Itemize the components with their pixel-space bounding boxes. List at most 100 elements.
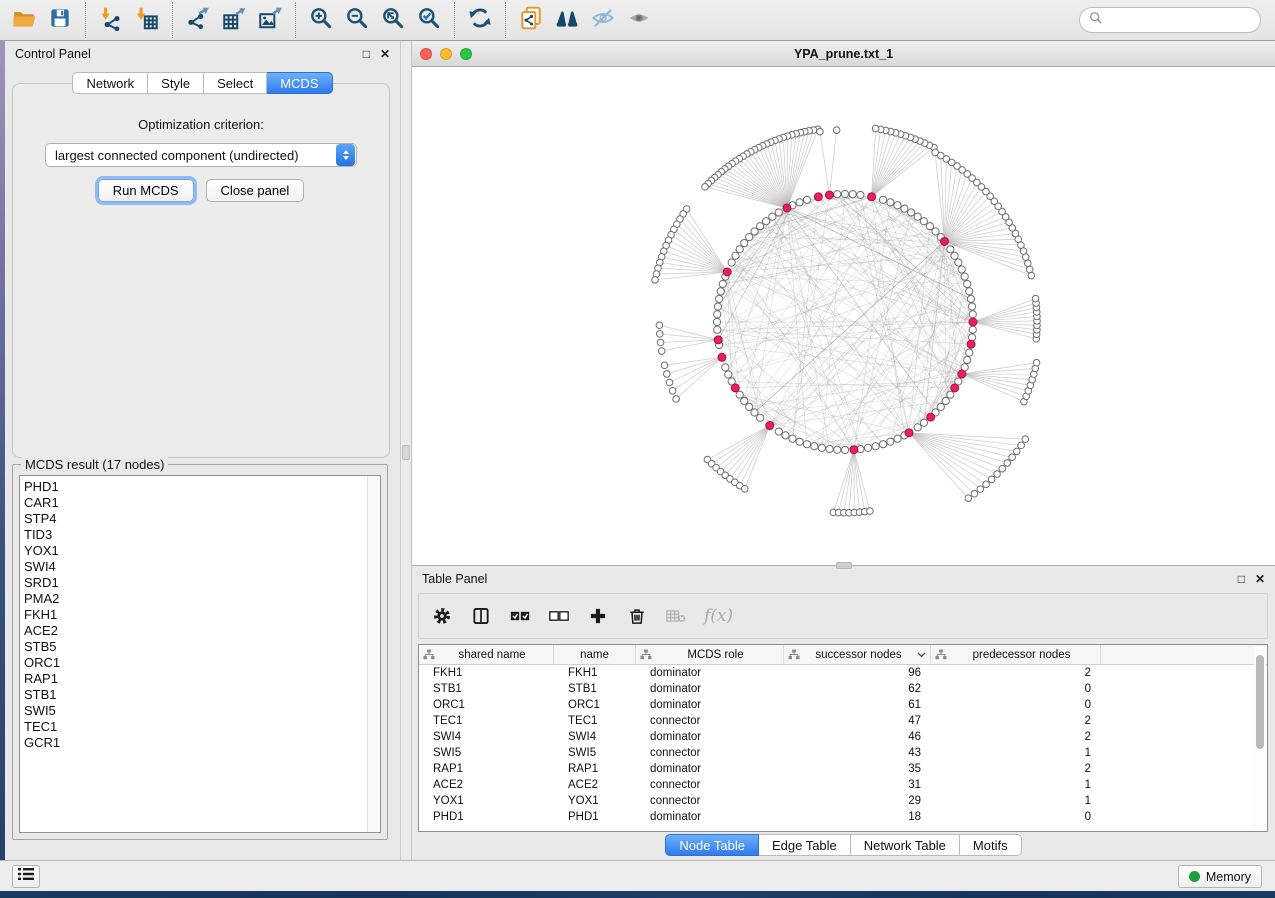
memory-button[interactable]: Memory	[1178, 865, 1262, 888]
column-header-successor-nodes[interactable]: successor nodes	[784, 645, 931, 664]
tab-select[interactable]: Select	[204, 72, 267, 94]
network-node[interactable]	[714, 311, 721, 318]
satellite-node[interactable]	[702, 184, 709, 191]
hide-graphics-details-button[interactable]	[585, 3, 621, 37]
mcds-result-item[interactable]: SWI4	[24, 559, 380, 575]
network-node[interactable]	[894, 435, 901, 442]
table-scrollbar-thumb[interactable]	[1256, 655, 1264, 749]
network-node[interactable]	[901, 205, 908, 212]
criterion-dropdown[interactable]: largest connected component (undirected)	[45, 143, 357, 167]
network-node[interactable]	[908, 209, 915, 216]
network-node[interactable]	[715, 295, 722, 302]
network-node[interactable]	[968, 303, 975, 310]
dominator-node[interactable]	[905, 429, 913, 437]
open-session-button[interactable]	[6, 3, 42, 37]
network-node[interactable]	[926, 223, 933, 230]
table-row[interactable]: FKH1FKH1dominator962	[419, 665, 1267, 681]
satellite-node[interactable]	[872, 125, 879, 132]
network-node[interactable]	[811, 443, 818, 450]
network-node[interactable]	[803, 196, 810, 203]
table-row[interactable]: YOX1YOX1connector291	[419, 793, 1267, 809]
tab-network-table[interactable]: Network Table	[851, 834, 960, 856]
network-node[interactable]	[966, 288, 973, 295]
mcds-result-item[interactable]: STB5	[24, 639, 380, 655]
mcds-result-item[interactable]: TID3	[24, 527, 380, 543]
column-header-predecessor-nodes[interactable]: predecessor nodes	[931, 645, 1101, 664]
horizontal-splitter-grip[interactable]	[836, 562, 852, 569]
zoom-in-button[interactable]	[303, 3, 339, 37]
table-row[interactable]: ORC1ORC1dominator610	[419, 697, 1267, 713]
mcds-result-item[interactable]: ORC1	[24, 655, 380, 671]
network-node[interactable]	[932, 228, 939, 235]
network-node[interactable]	[728, 259, 735, 266]
tab-mcds[interactable]: MCDS	[267, 72, 332, 94]
network-node[interactable]	[818, 444, 825, 451]
network-node[interactable]	[958, 266, 965, 273]
network-node[interactable]	[714, 303, 721, 310]
export-image-button[interactable]	[252, 3, 288, 37]
close-panel-icon[interactable]: ✕	[1255, 573, 1265, 585]
network-node[interactable]	[775, 209, 782, 216]
mcds-result-item[interactable]: ACE2	[24, 623, 380, 639]
mcds-result-item[interactable]: SWI5	[24, 703, 380, 719]
float-panel-icon[interactable]: □	[1238, 573, 1245, 585]
network-node[interactable]	[826, 445, 833, 452]
binoculars-button[interactable]	[549, 3, 585, 37]
satellite-node[interactable]	[669, 387, 676, 394]
dominator-node[interactable]	[783, 204, 791, 212]
show-columns-icon[interactable]	[470, 605, 492, 627]
network-node[interactable]	[955, 259, 962, 266]
dominator-node[interactable]	[958, 370, 966, 378]
mcds-result-item[interactable]: PMA2	[24, 591, 380, 607]
zoom-selected-button[interactable]	[411, 3, 447, 37]
mcds-result-item[interactable]: GCR1	[24, 735, 380, 751]
satellite-node[interactable]	[1018, 442, 1025, 449]
table-row[interactable]: SWI4SWI4dominator462	[419, 729, 1267, 745]
export-network-button[interactable]	[180, 3, 216, 37]
network-node[interactable]	[966, 349, 973, 356]
satellite-node[interactable]	[965, 495, 972, 502]
network-node[interactable]	[879, 196, 886, 203]
network-node[interactable]	[834, 191, 841, 198]
network-node[interactable]	[841, 446, 848, 453]
network-node[interactable]	[722, 364, 729, 371]
satellite-node[interactable]	[673, 396, 680, 403]
satellite-node[interactable]	[1026, 266, 1033, 273]
network-node[interactable]	[937, 403, 944, 410]
network-node[interactable]	[947, 246, 954, 253]
table-row[interactable]: PHD1PHD1dominator180	[419, 809, 1267, 825]
add-column-icon[interactable]	[587, 605, 609, 627]
satellite-node[interactable]	[666, 379, 673, 386]
zoom-fit-button[interactable]	[375, 3, 411, 37]
network-node[interactable]	[914, 213, 921, 220]
tab-style[interactable]: Style	[148, 72, 204, 94]
satellite-node[interactable]	[994, 471, 1001, 478]
table-row[interactable]: STB1STB1dominator620	[419, 681, 1267, 697]
satellite-node[interactable]	[656, 322, 663, 329]
refresh-button[interactable]	[462, 3, 498, 37]
network-window-titlebar[interactable]: YPA_prune.txt_1	[412, 41, 1275, 67]
network-canvas[interactable]	[412, 67, 1275, 565]
search-box[interactable]	[1079, 7, 1261, 33]
network-node[interactable]	[757, 223, 764, 230]
mcds-result-item[interactable]: STB1	[24, 687, 380, 703]
network-node[interactable]	[879, 441, 886, 448]
column-header-mcds-role[interactable]: MCDS role	[636, 645, 784, 664]
float-panel-icon[interactable]: □	[363, 48, 370, 60]
dominator-node[interactable]	[766, 422, 774, 430]
close-panel-icon[interactable]: ✕	[380, 48, 390, 60]
network-node[interactable]	[741, 239, 748, 246]
network-node[interactable]	[969, 326, 976, 333]
dominator-node[interactable]	[825, 191, 833, 199]
network-node[interactable]	[736, 391, 743, 398]
save-session-button[interactable]	[42, 3, 78, 37]
mcds-result-item[interactable]: SRD1	[24, 575, 380, 591]
dominator-node[interactable]	[714, 336, 722, 344]
unselect-all-checkboxes-icon[interactable]	[548, 605, 570, 627]
satellite-node[interactable]	[741, 485, 748, 492]
satellite-node[interactable]	[658, 348, 665, 355]
network-node[interactable]	[947, 391, 954, 398]
table-row[interactable]: TEC1TEC1connector472	[419, 713, 1267, 729]
mcds-result-item[interactable]: PHD1	[24, 479, 380, 495]
network-node[interactable]	[751, 228, 758, 235]
